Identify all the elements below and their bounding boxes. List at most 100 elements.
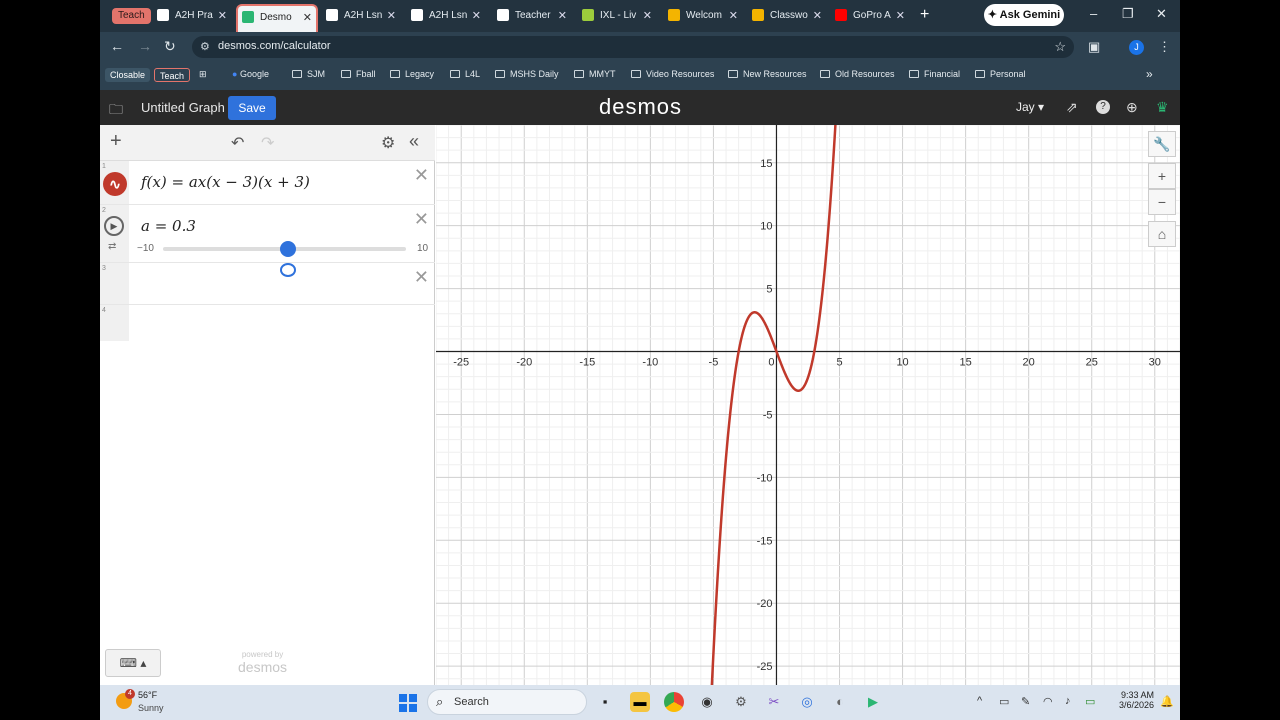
graph-svg[interactable]: -25 -20 -15 -10 -5 0 5 10 15 20 25 30 15 10 5 -5 -10 -15 -… xyxy=(435,63,1180,720)
volume-icon[interactable]: ♪ xyxy=(1065,695,1071,707)
delete-expression-icon[interactable]: ✕ xyxy=(414,165,429,186)
desmos-extension-icon[interactable]: ♛ xyxy=(1156,99,1169,116)
tab-close-icon[interactable]: ✕ xyxy=(472,5,481,27)
taskbar-search[interactable]: ⌕ Search xyxy=(427,689,587,715)
weather-temp[interactable]: 56°F xyxy=(138,690,157,700)
add-item-icon[interactable]: + xyxy=(110,130,122,153)
tab-close-icon[interactable]: ✕ xyxy=(218,5,227,27)
user-menu[interactable]: Jay ▾ xyxy=(1016,100,1044,114)
slider-max[interactable]: 10 xyxy=(417,243,428,254)
slider-thumb[interactable] xyxy=(280,241,297,257)
language-globe-icon[interactable]: ⊕ xyxy=(1126,99,1138,116)
windows-start-icon[interactable] xyxy=(399,694,417,712)
forward-icon[interactable]: → xyxy=(138,38,152,54)
profile-avatar[interactable]: J xyxy=(1129,40,1144,55)
expression-row-1[interactable]: 1 ∿ f(x) = ax(x − 3)(x + 3) ✕ xyxy=(100,161,435,205)
tab-close-icon[interactable]: ✕ xyxy=(643,5,652,27)
tab-close-icon[interactable]: ✕ xyxy=(558,5,567,27)
expression-text[interactable]: f(x) = ax(x − 3)(x + 3) xyxy=(141,173,310,191)
apps-grid-icon[interactable]: ⊞ xyxy=(199,69,207,80)
bookmark-old-resources[interactable]: Old Resources xyxy=(820,69,895,79)
battery-icon[interactable]: ▭ xyxy=(1085,695,1095,708)
tab-8[interactable]: Classwo ✕ xyxy=(748,5,826,27)
tab-group-teach[interactable]: Teach xyxy=(112,8,151,24)
expression-row-4[interactable]: 4 xyxy=(100,305,435,341)
browser-menu-icon[interactable]: ⋮ xyxy=(1158,39,1171,55)
tab-9[interactable]: GoPro A ✕ xyxy=(831,5,909,27)
extensions-icon[interactable]: ▣ xyxy=(1088,39,1100,55)
tab-6[interactable]: IXL - Liv ✕ xyxy=(578,5,656,27)
expression-row-2[interactable]: 2 ▶ ⇄ a = 0.3 ✕ −10 10 xyxy=(100,205,435,263)
tab-7[interactable]: Welcom ✕ xyxy=(664,5,742,27)
bookmark-legacy[interactable]: Legacy xyxy=(390,69,434,79)
more-bookmarks-icon[interactable]: » xyxy=(1146,67,1153,81)
record-app-icon[interactable]: ◎ xyxy=(797,692,817,712)
tab-close-icon[interactable]: ✕ xyxy=(896,5,905,27)
bookmark-l4l[interactable]: L4L xyxy=(450,69,480,79)
notifications-bell-icon[interactable]: 🔔 xyxy=(1160,695,1174,708)
tab-4[interactable]: A2H Lsn ✕ xyxy=(407,5,485,27)
delete-expression-icon[interactable]: ✕ xyxy=(414,267,429,288)
bookmark-fball[interactable]: Fball xyxy=(341,69,376,79)
settings-gear-icon[interactable]: ⚙ xyxy=(381,133,395,153)
redo-icon[interactable]: ↷ xyxy=(261,133,274,153)
curve-color-icon[interactable]: ∿ xyxy=(103,172,127,196)
new-tab-button[interactable]: + xyxy=(920,6,929,24)
keyboard-toggle-button[interactable]: ⌨ ▴ xyxy=(105,649,161,677)
tab-5[interactable]: Teacher ✕ xyxy=(493,5,571,27)
tab-2[interactable]: Desmo ✕ xyxy=(236,4,318,32)
open-graph-folder-icon[interactable]: 🗀 xyxy=(109,99,123,123)
tab-3[interactable]: A2H Lsn ✕ xyxy=(322,5,400,27)
bookmark-mmyt[interactable]: MMYT xyxy=(574,69,616,79)
slider-min[interactable]: −10 xyxy=(137,243,154,254)
zoom-out-icon[interactable]: − xyxy=(1148,189,1176,215)
bookmark-financial[interactable]: Financial xyxy=(909,69,960,79)
bookmark-new-resources[interactable]: New Resources xyxy=(728,69,807,79)
zoom-in-icon[interactable]: + xyxy=(1148,163,1176,189)
snipping-tool-icon[interactable]: ✂ xyxy=(764,692,784,712)
bookmark-personal[interactable]: Personal xyxy=(975,69,1026,79)
settings-app-icon[interactable]: ⚙ xyxy=(731,692,751,712)
tab-close-icon[interactable]: ✕ xyxy=(729,5,738,27)
expression-row-3[interactable]: 3 ✕ xyxy=(100,263,435,305)
camera-icon[interactable]: ◉ xyxy=(697,692,717,712)
bookmark-closable[interactable]: Closable xyxy=(105,68,151,82)
expression-text[interactable]: a = 0.3 xyxy=(141,217,196,235)
media-app-icon[interactable]: ▶ xyxy=(863,692,883,712)
omnibox[interactable]: ⚙ desmos.com/calculator ☆ xyxy=(192,36,1074,58)
play-animation-icon[interactable]: ▶ xyxy=(104,216,124,236)
wifi-icon[interactable]: ◠ xyxy=(1043,695,1053,708)
reload-icon[interactable]: ↻ xyxy=(164,38,176,55)
weather-desc[interactable]: Sunny xyxy=(138,703,164,713)
help-icon[interactable]: ? xyxy=(1096,100,1110,114)
delete-expression-icon[interactable]: ✕ xyxy=(414,209,429,230)
loop-icon[interactable]: ⇄ xyxy=(108,241,116,252)
bookmark-mshs-daily[interactable]: MSHS Daily xyxy=(495,69,559,79)
show-hidden-icons[interactable]: ^ xyxy=(977,695,982,707)
bookmark-sjm[interactable]: SJM xyxy=(292,69,325,79)
undo-icon[interactable]: ↶ xyxy=(231,133,244,153)
close-window-icon[interactable]: ✕ xyxy=(1156,6,1167,22)
bookmark-google[interactable]: ● Google xyxy=(232,69,269,79)
graph-settings-wrench-icon[interactable]: 🔧 xyxy=(1148,131,1176,157)
share-icon[interactable]: ⇗ xyxy=(1066,99,1078,116)
graph-title[interactable]: Untitled Graph xyxy=(141,100,225,115)
tab-1[interactable]: A2H Pra ✕ xyxy=(153,5,231,27)
chrome-icon[interactable] xyxy=(664,692,684,712)
collapse-panel-icon[interactable]: « xyxy=(409,131,419,152)
tab-close-icon[interactable]: ✕ xyxy=(813,5,822,27)
home-icon[interactable]: ⌂ xyxy=(1148,221,1176,247)
clock[interactable]: 9:33 AM 3/6/2026 xyxy=(1104,690,1154,710)
back-icon[interactable]: ← xyxy=(110,38,124,54)
pen-icon[interactable]: ✎ xyxy=(1021,695,1030,708)
restore-icon[interactable]: ❐ xyxy=(1122,6,1134,22)
bookmark-teach[interactable]: Teach xyxy=(154,68,191,82)
graph-paper[interactable]: -25 -20 -15 -10 -5 0 5 10 15 20 25 30 15 10 5 -5 -10 -15 -… xyxy=(435,63,1180,720)
tab-close-icon[interactable]: ✕ xyxy=(387,5,396,27)
file-explorer-icon[interactable]: ▬ xyxy=(630,692,650,712)
bookmark-star-icon[interactable]: ☆ xyxy=(1054,39,1066,55)
app-icon[interactable]: ◐ xyxy=(830,692,850,712)
tab-close-icon[interactable]: ✕ xyxy=(303,6,312,30)
minimize-icon[interactable]: – xyxy=(1090,6,1097,21)
site-info-icon[interactable]: ⚙ xyxy=(200,40,210,53)
